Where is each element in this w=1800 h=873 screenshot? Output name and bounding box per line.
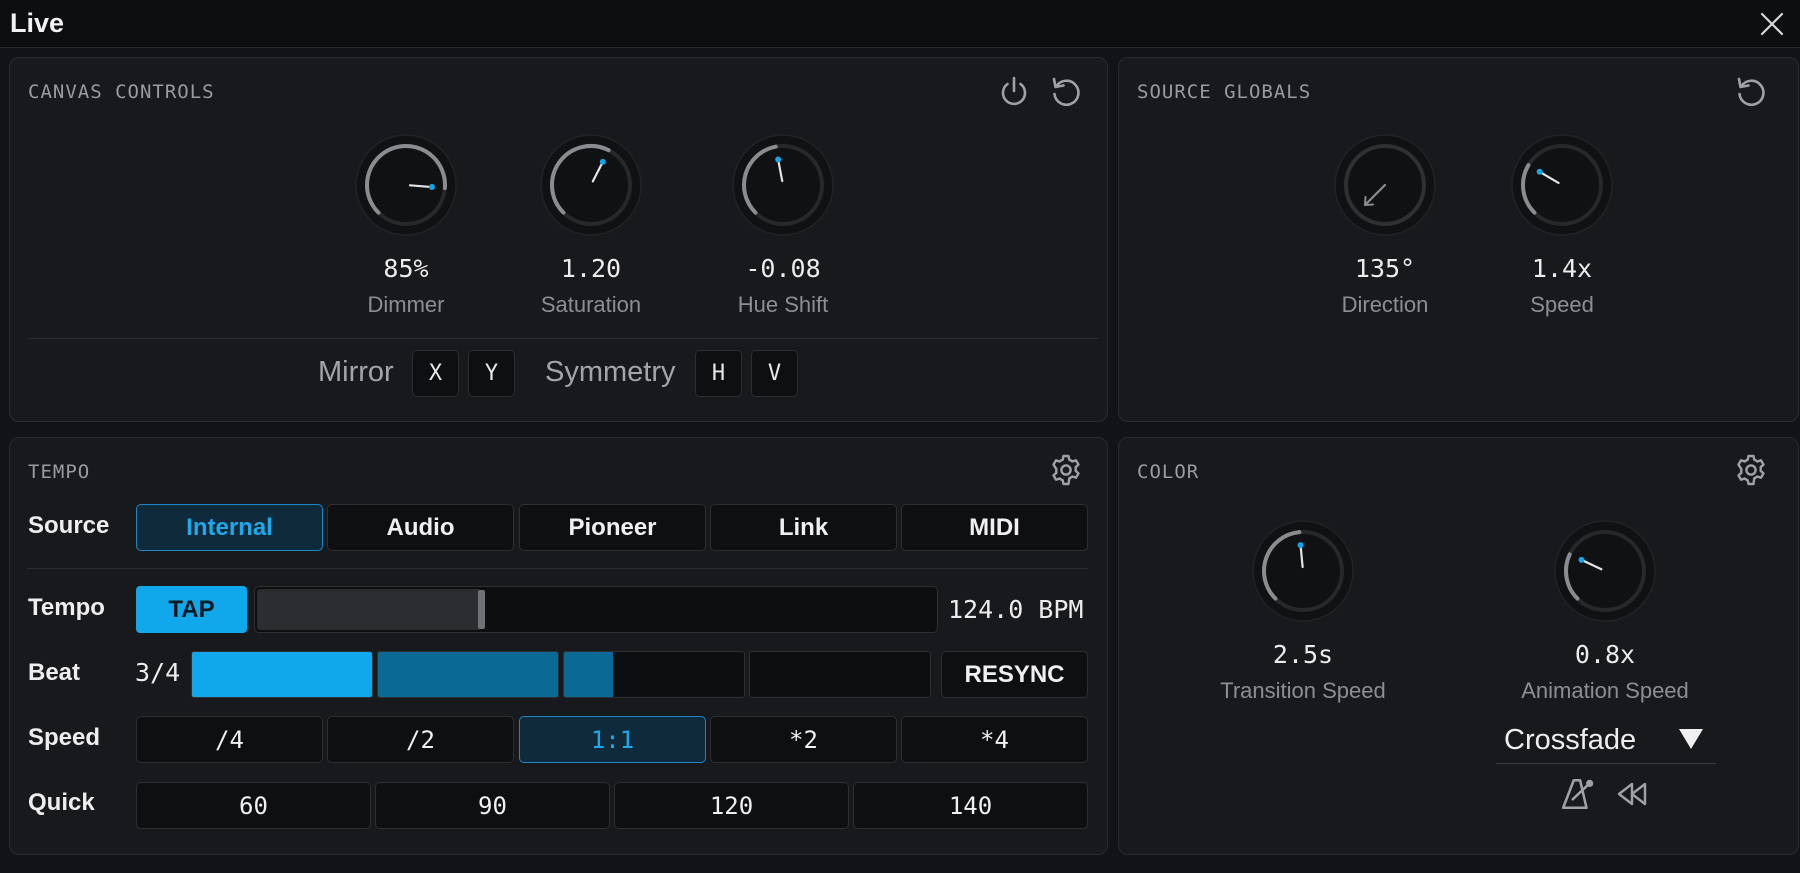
dimmer-value: 85% <box>383 254 429 283</box>
beat-fill <box>378 652 558 697</box>
quick-60-button[interactable]: 60 <box>136 782 371 829</box>
tempo-slider-thumb[interactable] <box>478 590 486 629</box>
speed-double-button[interactable]: *2 <box>710 716 897 763</box>
panel-title: TEMPO <box>28 461 91 483</box>
quick-140-button[interactable]: 140 <box>853 782 1088 829</box>
direction-knob[interactable] <box>1334 134 1436 236</box>
dimmer-knob[interactable] <box>355 134 457 236</box>
speed-half-button[interactable]: /2 <box>327 716 514 763</box>
beat-row-label: Beat <box>28 659 81 686</box>
quick-120-button[interactable]: 120 <box>614 782 849 829</box>
direction-label: Direction <box>1341 292 1429 317</box>
color-mode-dropdown[interactable]: Crossfade <box>1496 720 1716 764</box>
divider <box>27 568 1088 569</box>
beat-fill <box>192 652 372 697</box>
title-bar: Live <box>0 0 1800 48</box>
symmetry-v-button[interactable]: V <box>751 350 798 397</box>
quick-row-label: Quick <box>28 789 95 816</box>
tempo-slider-fill <box>257 589 482 630</box>
color-mode-value: Crossfade <box>1504 724 1637 756</box>
beat-fill <box>564 652 613 697</box>
panel-title: COLOR <box>1137 461 1200 483</box>
mirror-label: Mirror <box>318 356 394 388</box>
window-title: Live <box>10 8 65 38</box>
speed-quarter-button[interactable]: /4 <box>136 716 323 763</box>
rewind-icon[interactable] <box>1614 776 1650 810</box>
transition-speed-knob[interactable] <box>1252 520 1354 622</box>
source-link-button[interactable]: Link <box>710 504 897 551</box>
mirror-x-button[interactable]: X <box>412 350 459 397</box>
canvas-controls-panel: CANVAS CONTROLS 85% Dimmer 1.20 Saturati… <box>9 57 1108 422</box>
metronome-icon[interactable] <box>1560 776 1594 810</box>
speed-knob[interactable] <box>1511 134 1613 236</box>
animation-speed-value: 0.8x <box>1574 640 1636 669</box>
panel-title: CANVAS CONTROLS <box>28 81 215 103</box>
animation-speed-knob[interactable] <box>1554 520 1656 622</box>
speed-quad-button[interactable]: *4 <box>901 716 1088 763</box>
source-globals-panel: SOURCE GLOBALS 135° Direction 1.4x Speed <box>1118 57 1799 422</box>
dimmer-label: Dimmer <box>367 292 445 317</box>
speed-row-label: Speed <box>28 724 101 751</box>
symmetry-label: Symmetry <box>545 356 676 388</box>
source-midi-button[interactable]: MIDI <box>901 504 1088 551</box>
animation-speed-label: Animation Speed <box>1521 678 1689 703</box>
source-audio-button[interactable]: Audio <box>327 504 514 551</box>
divider <box>28 338 1098 339</box>
hue-shift-knob[interactable] <box>732 134 834 236</box>
direction-value: 135° <box>1354 254 1416 283</box>
saturation-knob[interactable] <box>540 134 642 236</box>
saturation-label: Saturation <box>540 292 642 317</box>
bpm-readout: 124.0 BPM <box>948 595 1084 624</box>
panel-title: SOURCE GLOBALS <box>1137 81 1312 103</box>
tempo-slider[interactable] <box>254 586 938 633</box>
tap-button[interactable]: TAP <box>136 586 247 633</box>
beat-signature: 3/4 <box>135 658 181 687</box>
tempo-row-label: Tempo <box>28 594 105 621</box>
speed-label: Speed <box>1530 292 1594 317</box>
source-pioneer-button[interactable]: Pioneer <box>519 504 706 551</box>
source-row-label: Source <box>28 512 110 539</box>
speed-normal-button[interactable]: 1:1 <box>519 716 706 763</box>
resync-button[interactable]: RESYNC <box>941 651 1088 698</box>
gear-icon[interactable] <box>1733 452 1769 488</box>
reset-icon[interactable] <box>1733 74 1769 110</box>
hue-shift-label: Hue Shift <box>737 292 829 317</box>
speed-value: 1.4x <box>1531 254 1593 283</box>
beat-cell-3 <box>563 651 745 698</box>
hue-shift-value: -0.08 <box>745 254 821 283</box>
beat-cell-4 <box>749 651 931 698</box>
beat-cell-1 <box>191 651 373 698</box>
gear-icon[interactable] <box>1048 452 1084 488</box>
transition-speed-value: 2.5s <box>1272 640 1334 669</box>
close-icon[interactable] <box>1758 10 1786 38</box>
saturation-value: 1.20 <box>560 254 622 283</box>
mirror-y-button[interactable]: Y <box>468 350 515 397</box>
transition-speed-label: Transition Speed <box>1220 678 1386 703</box>
color-panel: COLOR 2.5s Transition Speed 0.8x Animati… <box>1118 437 1799 855</box>
chevron-down-icon <box>1678 728 1704 750</box>
symmetry-h-button[interactable]: H <box>695 350 742 397</box>
beat-cell-2 <box>377 651 559 698</box>
quick-90-button[interactable]: 90 <box>375 782 610 829</box>
source-internal-button[interactable]: Internal <box>136 504 323 551</box>
reset-icon[interactable] <box>1048 74 1084 110</box>
power-icon[interactable] <box>996 74 1032 110</box>
